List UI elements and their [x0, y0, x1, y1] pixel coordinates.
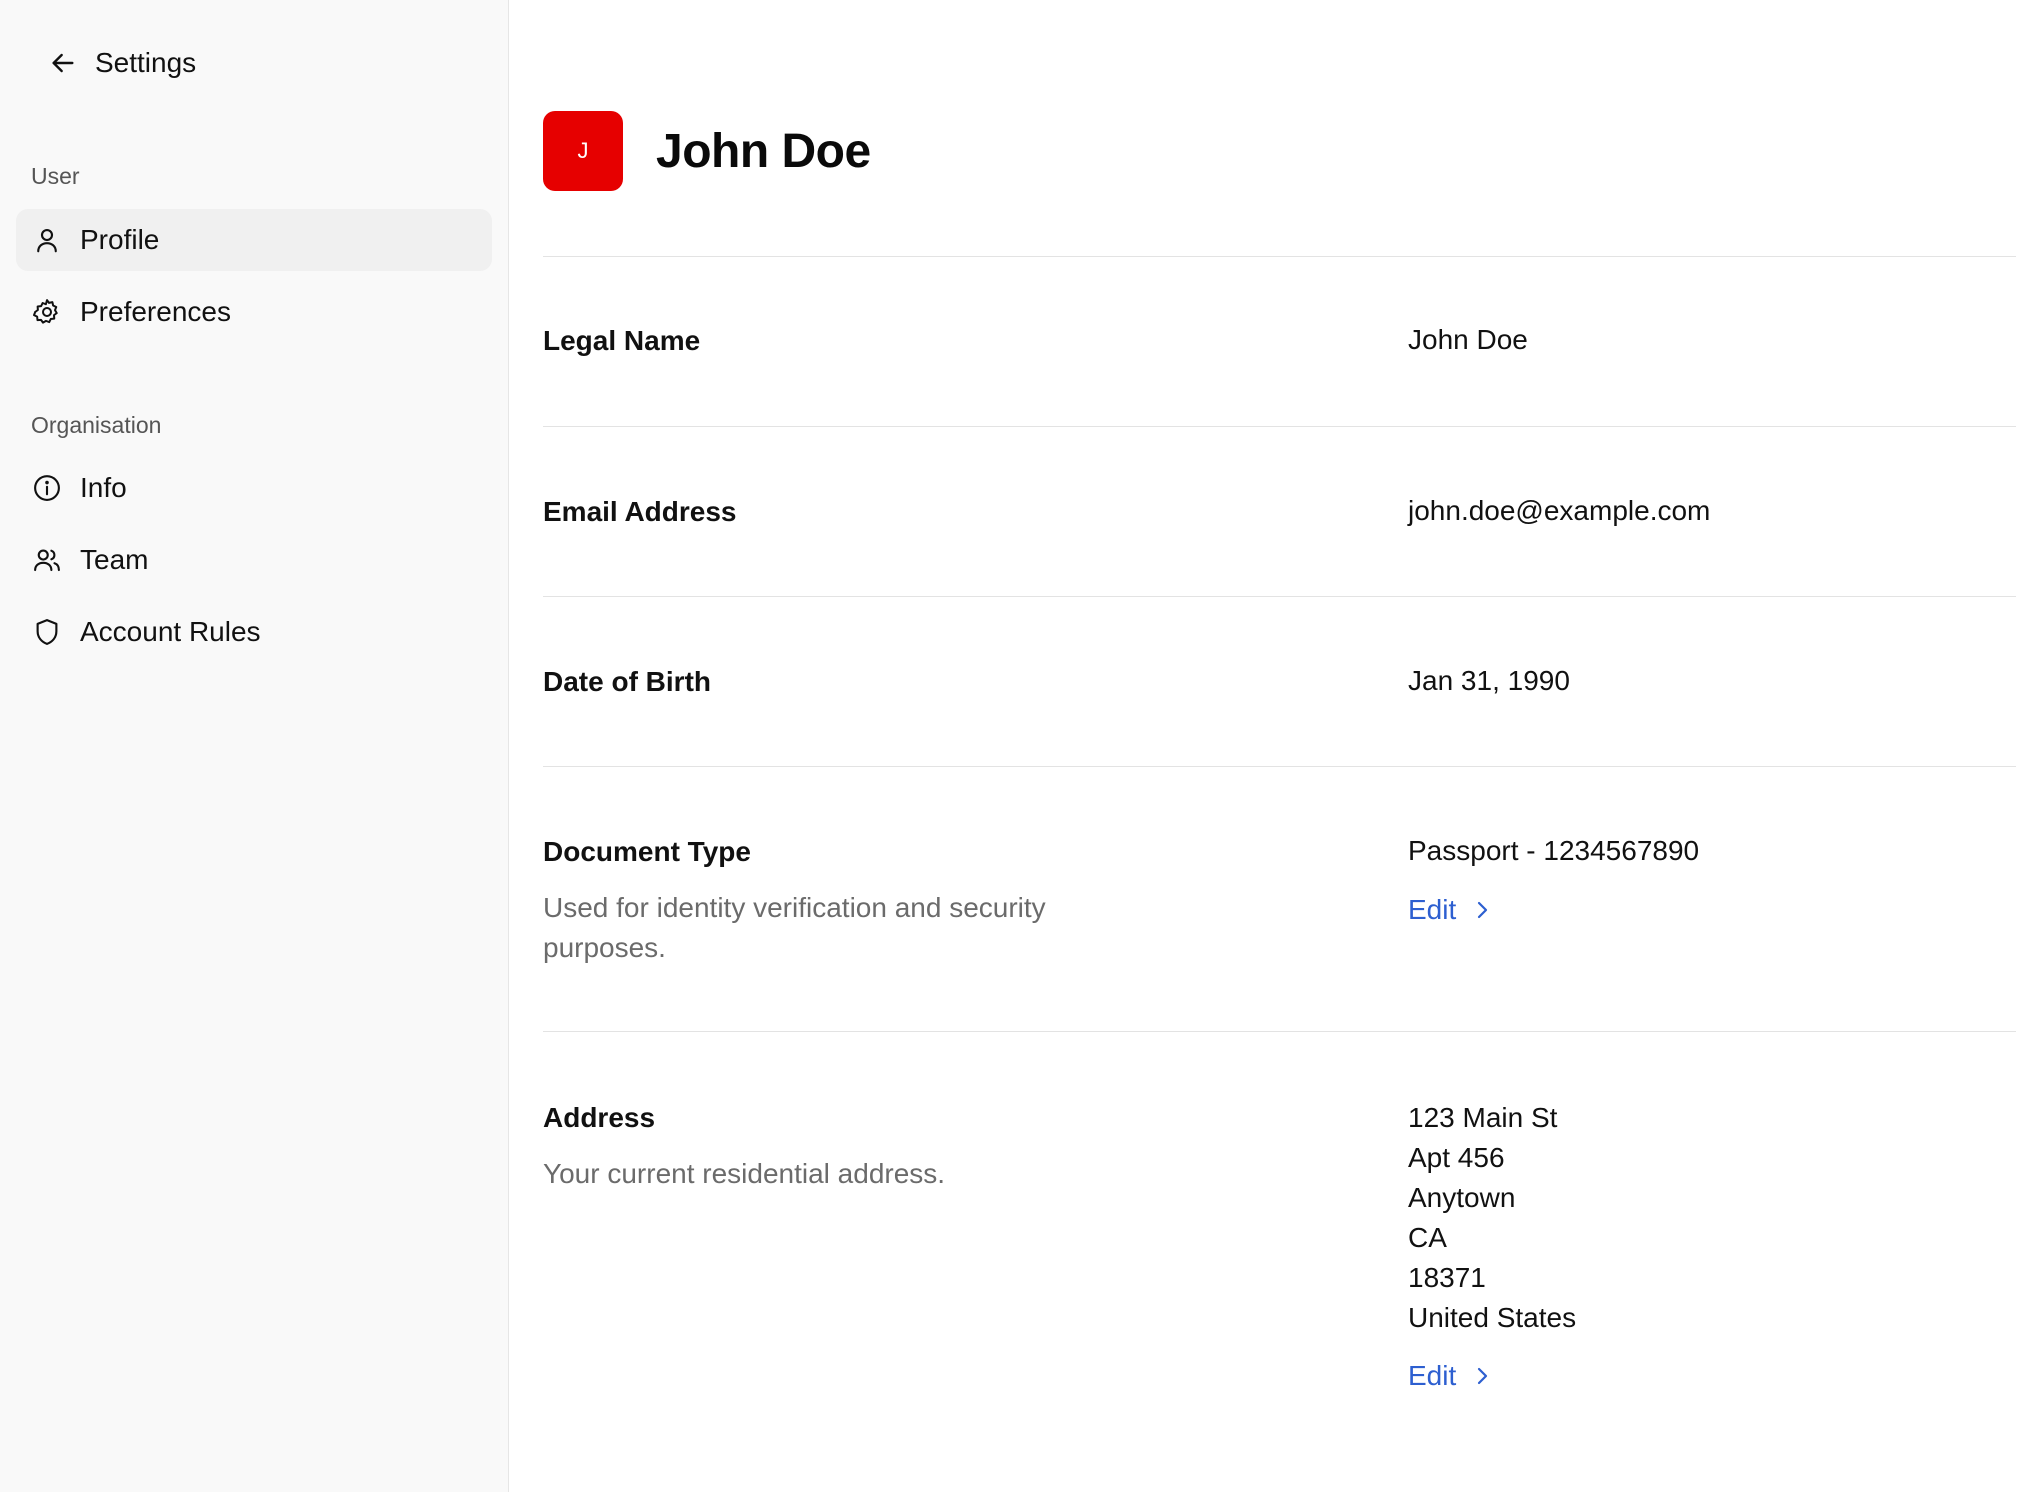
legal-name-value: John Doe — [1408, 324, 1528, 355]
sidebar-item-label: Profile — [80, 224, 160, 255]
sidebar-item-account-rules[interactable]: Account Rules — [16, 601, 492, 663]
address-description: Your current residential address. — [543, 1158, 946, 1189]
address-line: 18371 — [1408, 1262, 1486, 1293]
section-label-organisation: Organisation — [31, 412, 162, 438]
dob-value: Jan 31, 1990 — [1408, 665, 1570, 696]
document-type-description: Used for identity verification and secur… — [543, 892, 1046, 963]
gear-icon — [31, 296, 63, 328]
document-type-value: Passport - 1234567890 — [1408, 835, 1700, 866]
address-line: CA — [1408, 1222, 1447, 1253]
email-label: Email Address — [543, 496, 737, 527]
email-value: john.doe@example.com — [1408, 495, 1711, 526]
chevron-right-icon — [1478, 1367, 1488, 1385]
divider — [543, 766, 2016, 767]
sidebar-item-preferences[interactable]: Preferences — [16, 281, 492, 343]
back-button[interactable]: Settings — [47, 42, 196, 84]
arrow-left-icon — [52, 53, 74, 73]
divider — [543, 426, 2016, 427]
profile-header: J John Doe — [543, 111, 871, 191]
sidebar-item-team[interactable]: Team — [16, 529, 492, 591]
sidebar: Settings User Profile Preferences Organi… — [0, 0, 509, 1492]
section-label-user: User — [31, 163, 80, 189]
avatar: J — [543, 111, 623, 191]
sidebar-item-label: Preferences — [80, 296, 231, 327]
sidebar-item-info[interactable]: Info — [16, 457, 492, 519]
edit-document-link[interactable]: Edit — [1408, 894, 1494, 926]
settings-app: Settings User Profile Preferences Organi… — [0, 0, 2042, 1492]
user-icon — [31, 224, 63, 256]
address-lines: 123 Main St Apt 456 Anytown CA 18371 Uni… — [1408, 1098, 1576, 1338]
page-title: John Doe — [656, 124, 871, 178]
legal-name-label: Legal Name — [543, 325, 701, 356]
address-line: Apt 456 — [1408, 1142, 1505, 1173]
sidebar-item-label: Team — [80, 544, 149, 575]
edit-address-link[interactable]: Edit — [1408, 1360, 1494, 1392]
profile-content: J John Doe Legal Name John Doe Email Add… — [509, 0, 2042, 1492]
divider — [543, 1031, 2016, 1032]
info-icon — [31, 472, 63, 504]
dob-label: Date of Birth — [543, 666, 711, 697]
edit-label: Edit — [1408, 1360, 1457, 1391]
sidebar-item-profile[interactable]: Profile — [16, 209, 492, 271]
address-line: 123 Main St — [1408, 1102, 1558, 1133]
chevron-right-icon — [1478, 901, 1488, 919]
divider — [543, 256, 2016, 257]
team-icon — [31, 544, 63, 576]
avatar-initial: J — [577, 138, 589, 163]
document-type-label: Document Type — [543, 836, 751, 867]
divider — [543, 596, 2016, 597]
edit-label: Edit — [1408, 894, 1457, 925]
address-label: Address — [543, 1102, 656, 1133]
back-label: Settings — [95, 47, 197, 78]
address-line: Anytown — [1408, 1182, 1516, 1213]
address-line: United States — [1408, 1302, 1577, 1333]
sidebar-item-label: Account Rules — [80, 616, 261, 647]
sidebar-item-label: Info — [80, 472, 127, 503]
shield-icon — [31, 616, 63, 648]
